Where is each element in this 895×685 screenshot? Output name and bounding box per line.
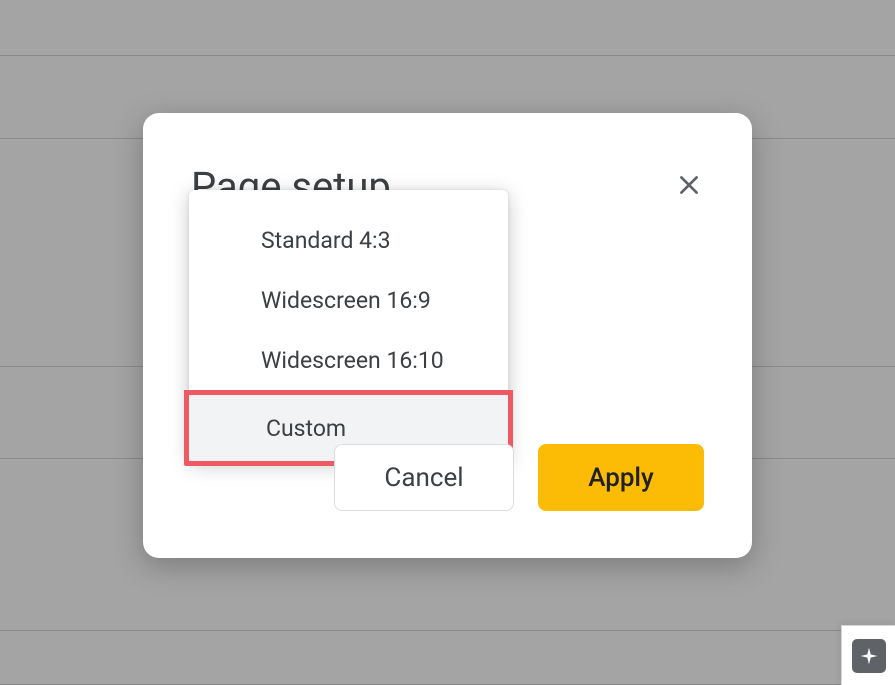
sparkle-icon bbox=[859, 646, 879, 666]
dialog-actions: Cancel Apply bbox=[334, 444, 704, 511]
button-label: Cancel bbox=[384, 463, 463, 493]
sparkle-icon-container bbox=[852, 639, 886, 673]
option-widescreen-16-9[interactable]: Widescreen 16:9 bbox=[189, 270, 508, 330]
close-button[interactable] bbox=[673, 169, 705, 201]
cancel-button[interactable]: Cancel bbox=[334, 444, 514, 511]
apply-button[interactable]: Apply bbox=[538, 444, 704, 511]
explore-button[interactable] bbox=[841, 625, 895, 685]
page-size-dropdown: Standard 4:3 Widescreen 16:9 Widescreen … bbox=[189, 190, 508, 461]
option-widescreen-16-10[interactable]: Widescreen 16:10 bbox=[189, 330, 508, 390]
option-label: Custom bbox=[266, 415, 346, 442]
option-label: Widescreen 16:9 bbox=[261, 287, 431, 314]
option-standard-4-3[interactable]: Standard 4:3 bbox=[189, 210, 508, 270]
close-icon bbox=[676, 172, 702, 198]
option-label: Widescreen 16:10 bbox=[261, 347, 444, 374]
option-label: Standard 4:3 bbox=[261, 227, 391, 254]
page-setup-dialog: Page setup Standard 4:3 Widescreen 16:9 … bbox=[143, 113, 752, 558]
button-label: Apply bbox=[588, 463, 654, 493]
